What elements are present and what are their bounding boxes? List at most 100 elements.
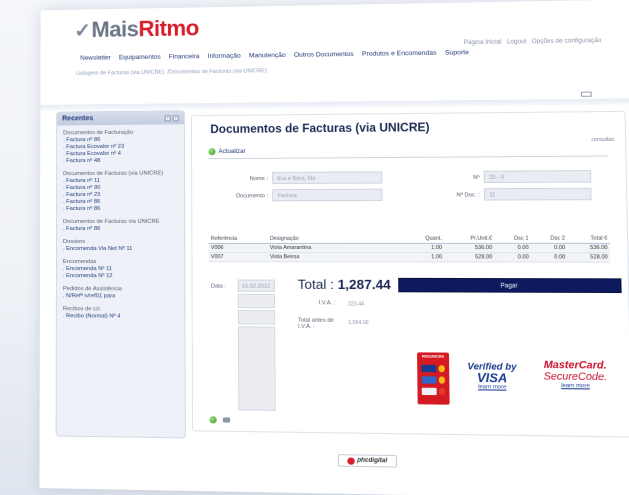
window-toggle-icon[interactable] (580, 91, 592, 97)
phcdigital-footer-logo[interactable]: phcdigital (337, 454, 398, 468)
sidebar-group-title: Dossiers (62, 238, 86, 245)
numero-doc-field[interactable]: 11 (483, 187, 592, 201)
nome-label: Nome : (249, 175, 269, 183)
nav-item-manutencao[interactable]: Manutenção (249, 52, 286, 60)
vbv-learn-more-link[interactable]: learn more (458, 384, 527, 391)
cell-quant: 1.00 (403, 243, 445, 253)
sidebar-header: Recentes ‹ › (57, 111, 184, 126)
sidebar-item[interactable]: . N/Refª n/ref01 para (63, 293, 178, 301)
cell-referencia: V006 (208, 243, 268, 253)
logo[interactable]: ✓MaisRitmo (74, 15, 199, 43)
expand-icon[interactable]: › (172, 114, 179, 121)
visa-electron-card-icon (421, 376, 437, 384)
main-nav: Newsletter Equipamentos Financeira Infor… (80, 49, 469, 62)
nav-item-suporte[interactable]: Suporte (445, 49, 469, 56)
total-display: Total : 1,287.44 (298, 277, 391, 293)
numero-field[interactable]: 20 - 0 (483, 170, 592, 184)
notes-area[interactable] (237, 326, 276, 411)
sidebar-item[interactable]: . Encomenda Nº 12 (63, 273, 178, 280)
card-chip-icon (438, 387, 446, 396)
cell-dsc2: 0.00 (530, 243, 568, 253)
sidebar-group: Pedidos de Assistência . N/Refª n/ref01 … (63, 286, 178, 301)
col-header-designacao: Designação (267, 234, 404, 244)
documento-label: Documento : (236, 193, 269, 200)
iva-value: 223.44 (347, 301, 365, 308)
sidebar-group: Dossiers . Encomenda Via Net Nº 11 (63, 239, 178, 253)
breadcrumb: Listagem de Facturas (via UNICRE) /Docum… (76, 68, 267, 77)
sidebar-item[interactable]: . Factura nº 48 (63, 157, 178, 165)
page-title: Documentos de Facturas (via UNICRE) (210, 121, 430, 137)
card-chip-icon (438, 376, 446, 384)
date-label: Data : (210, 283, 227, 290)
vbv-line2: VISA (476, 370, 508, 386)
sidebar-recentes: Recentes ‹ › Documentos de Facturação . … (55, 110, 186, 439)
total-label: Total : (297, 276, 334, 293)
empty-field (237, 310, 276, 325)
table-row[interactable]: V006 Viola Amarantina 1.00 536.00 0.00 0… (208, 243, 610, 253)
redunicre-logo[interactable]: REDUNICRE (417, 352, 450, 405)
mc-learn-more-link[interactable]: learn more (534, 383, 617, 390)
items-table: Referência Designação Quant. Pr.Unit.€ D… (208, 234, 611, 263)
refresh-icon (208, 148, 216, 156)
table-row[interactable]: V007 Viola Beiroa 1.00 528.00 0.00 0.00 … (208, 252, 611, 263)
sidebar-group: Documentos de Facturas via UNICRE . Fact… (63, 219, 178, 233)
sidebar-title: Recentes (62, 115, 94, 123)
numero-label: Nº (473, 174, 480, 182)
refresh-small-icon[interactable] (209, 416, 217, 424)
col-header-referencia: Referência (208, 234, 268, 244)
logo-text-accent: Ritmo (138, 15, 199, 42)
collapse-icon[interactable]: ‹ (164, 114, 171, 121)
cell-designacao: Viola Amarantina (267, 243, 404, 253)
mastercard-card-icon (421, 387, 437, 396)
nav-item-outros-documentos[interactable]: Outros Documentos (294, 51, 354, 59)
breadcrumb-item[interactable]: /Documentos de Facturas (via UNICRE) (167, 68, 267, 75)
mastercard-securecode-logo[interactable]: MasterCard. SecureCode. learn more (534, 360, 617, 390)
bottom-toolbar (209, 416, 231, 424)
document-header-form: Nome : Era e Bera, lda Documento : Factu… (208, 160, 609, 223)
card-chip-icon (438, 364, 445, 373)
cell-pr-unit: 536.00 (444, 243, 495, 253)
cell-dsc1: 0.00 (494, 252, 532, 263)
date-field[interactable]: 15.02.2012 (237, 279, 275, 292)
sidebar-item[interactable]: . Recibo (Normal) Nº 4 (63, 313, 178, 321)
col-header-pr-unit: Pr.Unit.€ (444, 234, 495, 244)
numero-doc-label: Nº Doc. : (456, 192, 480, 199)
verified-by-visa-logo[interactable]: Verified by VISA learn more (458, 361, 527, 391)
documento-field[interactable]: Factura (272, 188, 383, 202)
sidebar-item[interactable]: . Factura nº 86 (63, 206, 178, 213)
visa-card-icon (421, 364, 437, 373)
cell-pr-unit: 528.00 (444, 252, 495, 263)
sidebar-item[interactable]: . Encomenda Via Net Nº 11 (63, 246, 178, 253)
settings-link[interactable]: Opções de configuração (532, 38, 602, 45)
nav-item-produtos-encomendas[interactable]: Produtos e Encomendas (362, 50, 437, 58)
cell-designacao: Viola Beiroa (267, 252, 404, 262)
nav-item-informacao[interactable]: Informação (208, 53, 241, 60)
document-panel: Documentos de Facturas (via UNICRE) cons… (190, 110, 629, 438)
sidebar-item[interactable]: . Factura nº 86 (63, 226, 178, 233)
pay-button[interactable]: Pagar (398, 277, 622, 294)
sidebar-group: Documentos de Facturação . Factura nº 86… (63, 129, 178, 165)
utility-links: Página Inicial Logout Opções de configur… (464, 38, 602, 46)
redunicre-text: REDUNICRE (421, 354, 445, 359)
cell-dsc1: 0.00 (494, 243, 531, 253)
logo-text-prefix: Mais (91, 16, 139, 42)
sidebar-group-title: Documentos de Facturas (via UNICRE) (63, 170, 164, 178)
nav-item-financeira[interactable]: Financeira (169, 53, 200, 60)
cell-total: 528.00 (567, 252, 611, 263)
nav-item-equipamentos[interactable]: Equipamentos (119, 54, 161, 62)
cell-referencia: V007 (208, 252, 268, 262)
breadcrumb-item[interactable]: Listagem de Facturas (via UNICRE) (76, 70, 164, 77)
home-link[interactable]: Página Inicial (464, 40, 502, 47)
logout-link[interactable]: Logout (507, 39, 527, 45)
refresh-button[interactable]: Actualizar (208, 148, 246, 156)
nome-field[interactable]: Era e Bera, lda (272, 171, 383, 185)
phcdigital-mark-icon (347, 456, 356, 465)
empty-field (237, 293, 276, 309)
sidebar-group: Encomendas . Encomenda Nº 11 . Encomenda… (63, 259, 178, 280)
col-header-dsc1: Dsc 1 (494, 234, 531, 244)
nav-item-newsletter[interactable]: Newsletter (80, 54, 111, 61)
printer-icon[interactable] (222, 417, 231, 423)
cell-total: 536.00 (567, 243, 610, 253)
col-header-dsc2: Dsc 2 (530, 234, 568, 244)
consult-link[interactable]: consultas (591, 137, 614, 143)
